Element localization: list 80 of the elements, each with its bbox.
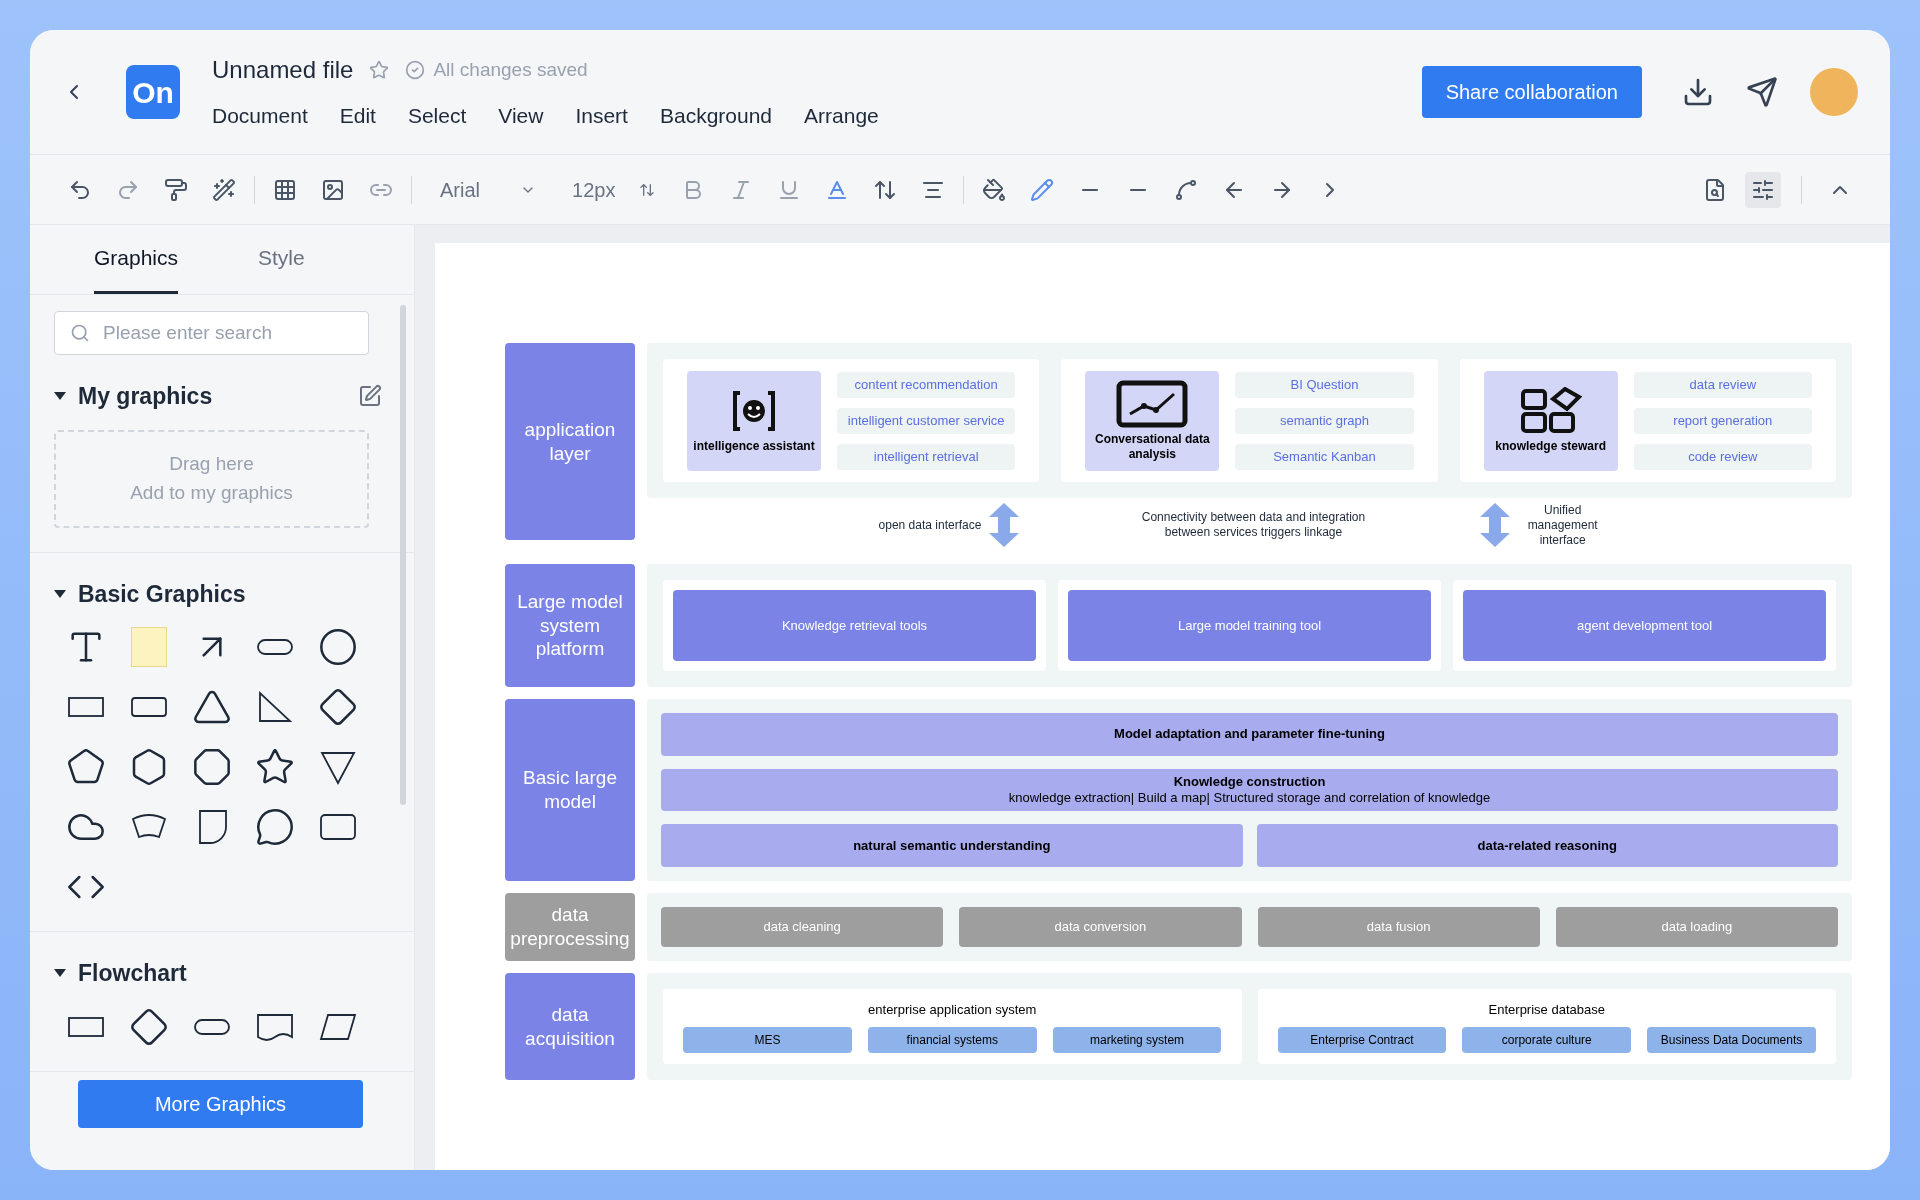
feature-chip: intelligent customer service (837, 407, 1016, 434)
stepper-icon (639, 181, 656, 198)
send-icon[interactable] (1746, 76, 1778, 108)
search-icon (70, 323, 90, 343)
feature-chip: content recommendation (837, 371, 1016, 398)
model-block-title: Knowledge construction (1173, 773, 1326, 790)
model-block-subtitle: knowledge extraction| Build a map| Structured storage and correlation of knowledge (1008, 790, 1491, 807)
link-label: Connectivity between data and integration between services triggers linkage (1140, 510, 1367, 540)
shape-icon[interactable] (317, 687, 358, 727)
source-chip: financial systems (867, 1027, 1037, 1054)
more-graphics-button[interactable]: More Graphics (78, 1079, 363, 1128)
link-label: open data interface (878, 517, 982, 533)
download-icon[interactable] (1682, 76, 1714, 108)
layer-label: application layer (505, 343, 635, 540)
menu-item[interactable]: Select (407, 100, 467, 132)
feature-chip: intelligent retrieval (837, 443, 1016, 470)
tool-block: agent development tool (1463, 590, 1826, 661)
sidebar-tab[interactable]: Graphics (94, 225, 179, 294)
sidebar-tab[interactable]: Style (258, 225, 305, 294)
menu-item[interactable]: Background (659, 100, 773, 132)
caret-icon[interactable] (54, 969, 66, 978)
shape-icon[interactable] (317, 627, 358, 667)
source-chip: corporate culture (1462, 1027, 1632, 1054)
model-block-title: natural semantic understanding (853, 837, 1051, 854)
feature-chip: BI Question (1235, 371, 1414, 398)
blocks-icon (1518, 387, 1583, 435)
source-title: Enterprise database (1488, 1000, 1605, 1019)
step-block: data fusion (1257, 907, 1540, 947)
tool-block: Large model training tool (1068, 590, 1431, 661)
source-title: enterprise application system (868, 1000, 1037, 1019)
feature-chip: semantic graph (1235, 407, 1414, 434)
model-block-title: Model adaptation and parameter fine-tuning (1114, 726, 1385, 743)
app-logo: On (126, 65, 180, 119)
step-block: data conversion (959, 907, 1242, 947)
section-title[interactable]: Basic Graphics (78, 576, 246, 611)
section-title[interactable]: Flowchart (78, 956, 187, 991)
menu-item[interactable]: Document (212, 100, 308, 132)
link-label: Unified management interface (1526, 502, 1599, 548)
section-title[interactable]: My graphics (78, 379, 213, 414)
layer-label: data acquisition (505, 973, 635, 1080)
step-block: data cleaning (661, 907, 944, 947)
settings-icon[interactable] (1745, 171, 1781, 208)
source-chip: Business Data Documents (1647, 1027, 1816, 1054)
source-chip: marketing system (1052, 1027, 1222, 1054)
source-chip: MES (683, 1027, 852, 1054)
menu-item[interactable]: Arrange (804, 100, 879, 132)
model-block-title: data-related reasoning (1477, 837, 1617, 854)
double-arrow-icon (1479, 503, 1510, 547)
feature-chip: data review (1633, 371, 1812, 398)
edit-icon[interactable] (358, 384, 382, 409)
feature-chip: report generation (1633, 407, 1812, 434)
app-card-title: knowledge steward (1495, 439, 1606, 454)
menu-item[interactable]: Insert (575, 100, 628, 132)
line-chart-icon (1116, 379, 1189, 428)
font-select[interactable]: Arial (424, 174, 552, 205)
step-block: data loading (1555, 907, 1838, 947)
share-button[interactable]: Share collaboration (1421, 66, 1642, 118)
caret-icon[interactable] (54, 589, 66, 598)
search-field[interactable]: Please enter search (54, 311, 369, 355)
shape-icon[interactable] (254, 807, 295, 847)
menu-item[interactable]: Edit (339, 100, 376, 132)
app-card-title: Conversational data analysis (1093, 431, 1211, 462)
source-chip: Enterprise Contract (1277, 1027, 1447, 1054)
tool-block: Knowledge retrieval tools (673, 590, 1036, 661)
file-title[interactable]: Unnamed file (212, 52, 354, 89)
shape-icon[interactable] (191, 747, 232, 787)
font-size-select[interactable]: 12px (564, 174, 664, 205)
layer-label: Large model system platform (505, 564, 635, 687)
app-card-title: intelligence assistant (693, 439, 815, 454)
save-status: All changes saved (433, 58, 588, 82)
double-arrow-icon (989, 503, 1020, 547)
layer-label: data preprocessing (505, 893, 635, 961)
feature-chip: Semantic Kanban (1235, 443, 1414, 470)
menu-item[interactable]: View (498, 100, 544, 132)
feature-chip: code review (1633, 443, 1812, 470)
star-icon[interactable] (369, 60, 390, 81)
saved-icon (405, 60, 426, 81)
shape-icon[interactable] (128, 1006, 169, 1047)
layer-label: Basic large model (505, 699, 635, 881)
caret-icon[interactable] (54, 392, 66, 401)
